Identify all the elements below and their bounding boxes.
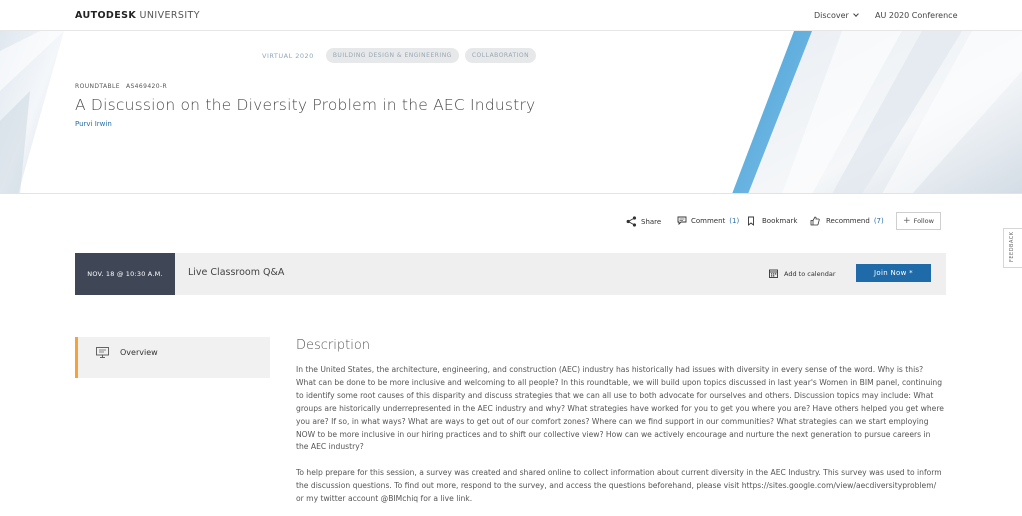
session-code: AS469420-R <box>125 83 168 90</box>
session-bar: NOV. 18 @ 10:30 A.M. Live Classroom Q&A … <box>75 253 946 295</box>
speaker-link[interactable]: Purvi Irwin <box>75 120 112 128</box>
description-paragraph-1: In the United States, the architecture, … <box>296 365 944 452</box>
tag-virtual-2020[interactable]: VIRTUAL 2020 <box>262 52 314 60</box>
bookmark-button[interactable]: Bookmark <box>747 216 797 226</box>
thumbs-up-icon <box>810 216 820 226</box>
bookmark-icon <box>748 216 754 226</box>
session-date: NOV. 18 @ 10:30 A.M. <box>75 253 175 295</box>
share-icon <box>626 216 637 227</box>
share-button[interactable]: Share <box>626 216 661 227</box>
page-title: A Discussion on the Diversity Problem in… <box>75 96 536 114</box>
feedback-tab[interactable]: FEEDBACK <box>1003 228 1022 268</box>
sidebar-item-overview[interactable]: Overview <box>75 337 270 378</box>
description-heading: Description <box>296 338 371 353</box>
comment-button[interactable]: Comment (1) <box>677 216 739 225</box>
calendar-icon <box>769 269 778 278</box>
hero-banner: VIRTUAL 2020 BUILDING DESIGN & ENGINEERI… <box>0 31 1022 194</box>
discover-menu[interactable]: Discover <box>814 11 859 20</box>
tag-building-design[interactable]: BUILDING DESIGN & ENGINEERING <box>325 48 459 63</box>
session-type: ROUNDTABLE AS469420-R <box>75 83 168 90</box>
add-to-calendar-button[interactable]: Add to calendar <box>769 269 836 278</box>
comment-icon <box>677 216 687 225</box>
recommend-button[interactable]: Recommend (7) <box>810 216 884 226</box>
chevron-down-icon <box>852 11 859 17</box>
top-nav: AUTODESK UNIVERSITY Discover AU 2020 Con… <box>0 0 1022 31</box>
follow-button[interactable]: + Follow <box>896 212 941 230</box>
session-title: Live Classroom Q&A <box>188 267 285 278</box>
recommend-count: (7) <box>873 217 884 225</box>
autodesk-university-logo[interactable]: AUTODESK UNIVERSITY <box>75 10 200 21</box>
plus-icon: + <box>903 216 911 226</box>
comment-count: (1) <box>729 216 740 225</box>
presentation-icon <box>96 347 109 358</box>
hero-right-artwork <box>732 31 1022 193</box>
nav-au-2020-conference[interactable]: AU 2020 Conference <box>875 11 958 20</box>
description-paragraph-2: To help prepare for this session, a surv… <box>296 468 942 503</box>
join-now-button[interactable]: Join Now * <box>856 264 931 282</box>
action-bar: Share Comment (1) Bookmark Recommend (7)… <box>0 212 1022 232</box>
tag-collaboration[interactable]: COLLABORATION <box>464 48 537 63</box>
hero-left-artwork <box>0 31 64 193</box>
tag-list: VIRTUAL 2020 BUILDING DESIGN & ENGINEERI… <box>262 48 537 63</box>
